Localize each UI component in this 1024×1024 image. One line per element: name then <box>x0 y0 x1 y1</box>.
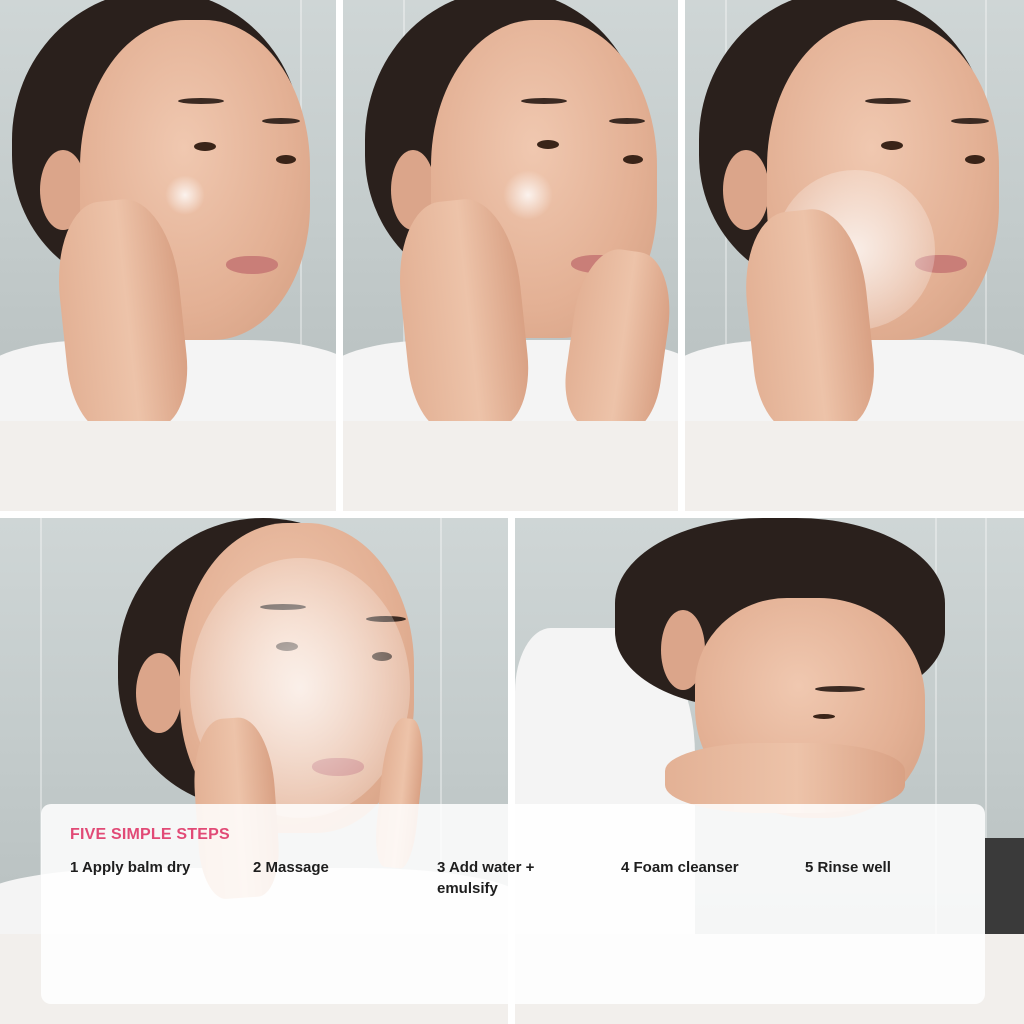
step-3-label: 3 Add water + emulsify <box>437 859 535 897</box>
step-1-label: 1 Apply balm dry <box>70 859 191 876</box>
steps-title: FIVE SIMPLE STEPS <box>70 826 230 843</box>
steps-card: FIVE SIMPLE STEPS 1 Apply balm dry 2 Mas… <box>41 804 985 1004</box>
photo-massaging <box>343 0 678 421</box>
photo-emulsifying <box>685 0 1024 421</box>
step-4-label: 4 Foam cleanser <box>621 859 739 876</box>
photo-panel-step-3 <box>685 0 1024 511</box>
step-5-label: 5 Rinse well <box>805 859 891 876</box>
photo-panel-step-2 <box>343 0 678 511</box>
photo-applying-balm <box>0 0 336 421</box>
step-2-label: 2 Massage <box>253 859 329 876</box>
photo-panel-step-1 <box>0 0 336 511</box>
